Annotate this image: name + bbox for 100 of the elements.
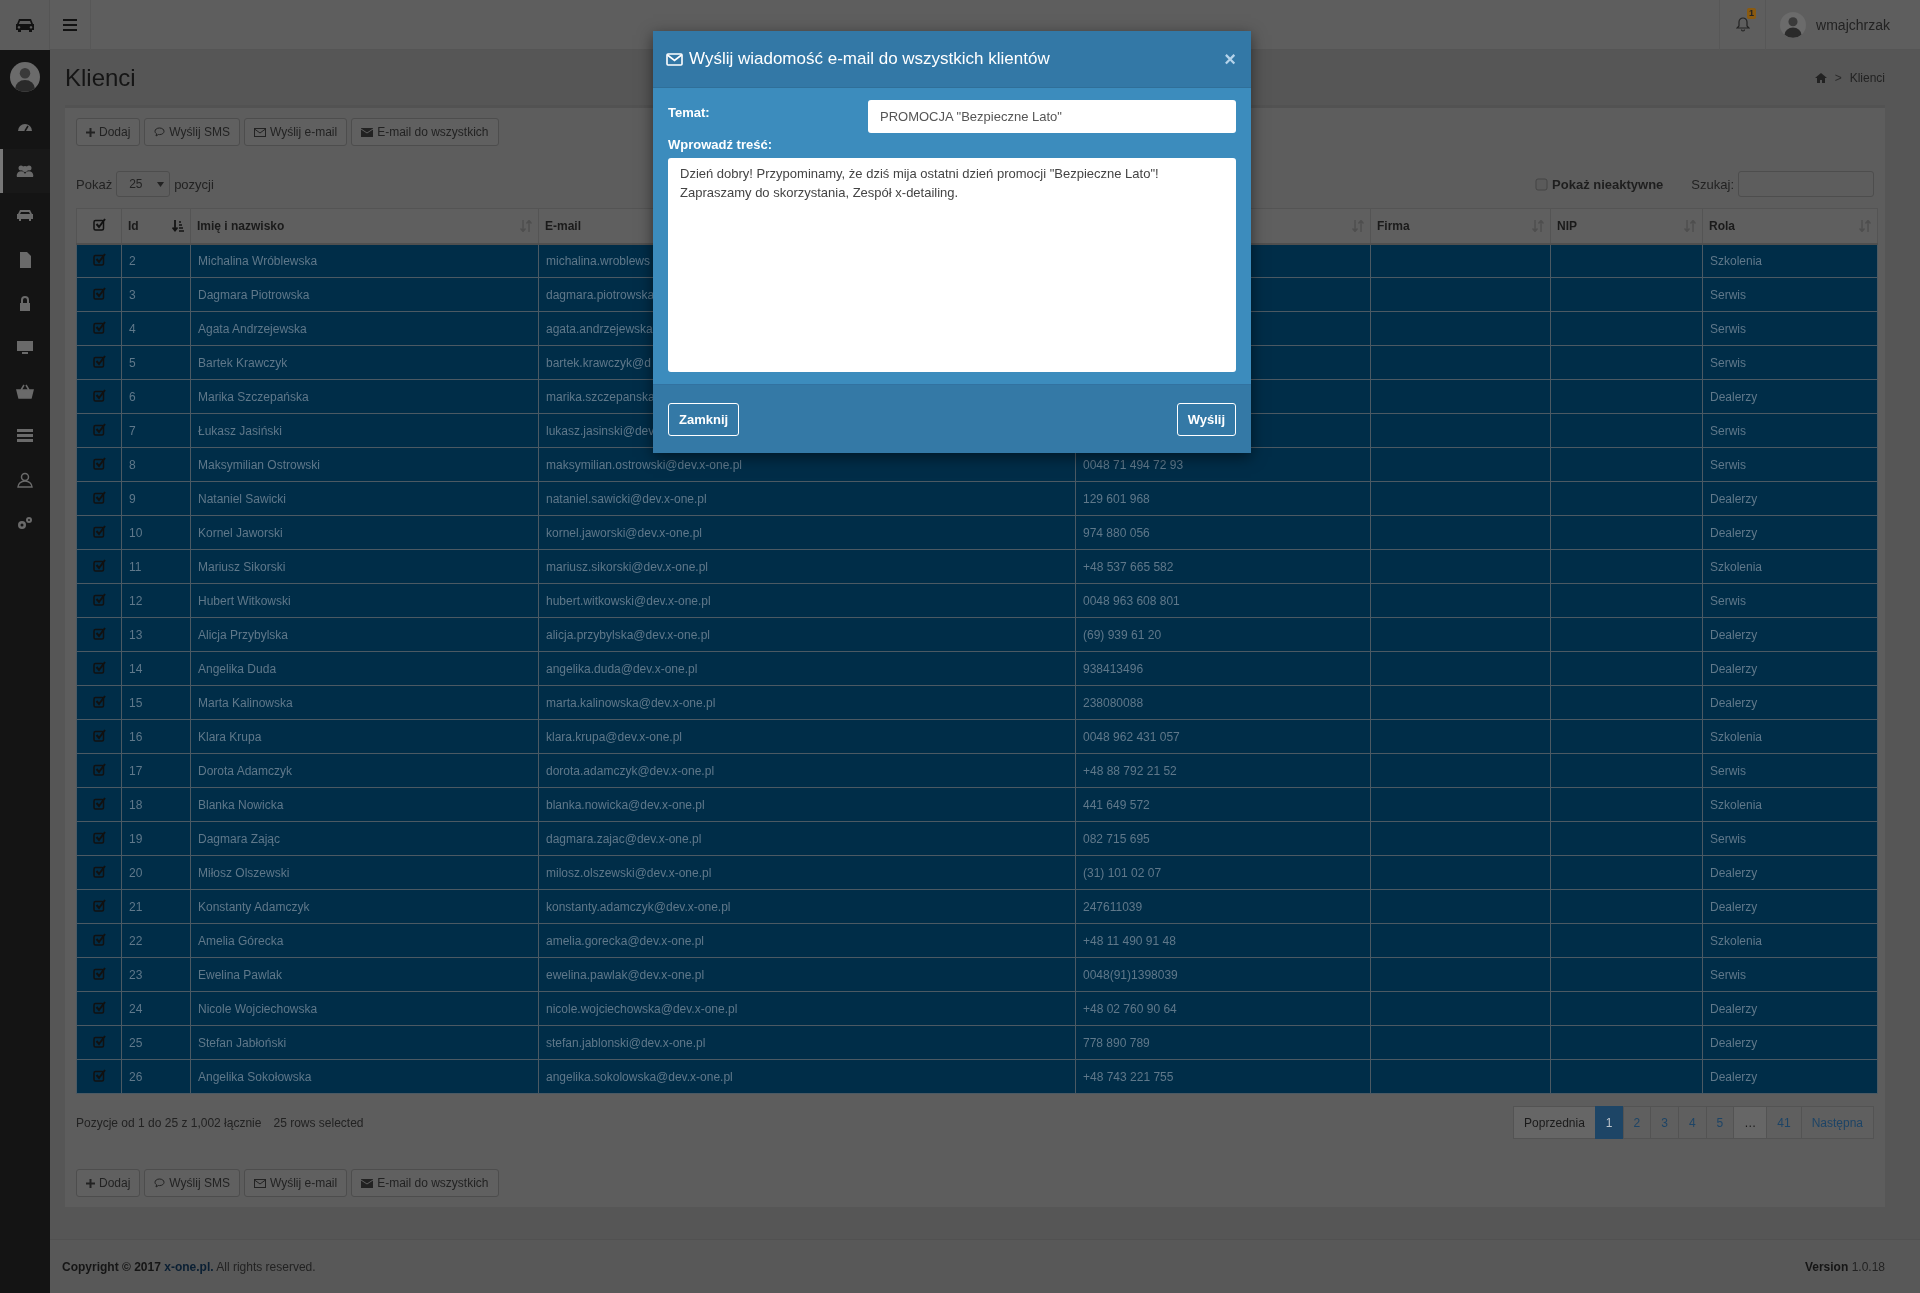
menu-icon[interactable] <box>63 18 77 31</box>
checked-checkbox-icon[interactable] <box>92 388 106 402</box>
checked-checkbox-icon[interactable] <box>92 320 106 334</box>
bell-icon[interactable] <box>1735 17 1750 32</box>
checked-checkbox-icon[interactable] <box>92 898 106 912</box>
page-size-select[interactable]: 25 <box>116 171 171 197</box>
server-icon <box>16 426 34 444</box>
checked-checkbox-icon[interactable] <box>92 354 106 368</box>
checked-checkbox-icon[interactable] <box>92 830 106 844</box>
table-row[interactable]: 19 Dagmara Zając dagmara.zajac@dev.x-one.pl 082 715 695 Serwis <box>76 821 1878 856</box>
table-info: Pozycje od 1 do 25 z 1,002 łącznie <box>76 1115 262 1130</box>
user-menu[interactable]: wmajchrzak <box>1766 11 1920 38</box>
length-label: pozycji <box>174 176 214 192</box>
checked-checkbox-icon[interactable] <box>92 422 106 436</box>
checked-checkbox-icon[interactable] <box>92 592 106 606</box>
table-cell: michalina.wroblews <box>546 253 651 268</box>
checked-checkbox-icon[interactable] <box>92 1068 106 1082</box>
column-header[interactable]: Firma <box>1377 218 1410 233</box>
checked-checkbox-icon[interactable] <box>92 796 106 810</box>
sms-button[interactable]: Wyślij SMS <box>144 1169 240 1197</box>
table-row[interactable]: 24 Nicole Wojciechowska nicole.wojciechowska@dev.x-one.pl +48 02 760 90 64 Dealerzy <box>76 991 1878 1026</box>
sidebar-item[interactable] <box>0 149 50 193</box>
column-header[interactable]: Imię i nazwisko <box>197 218 285 233</box>
email-button[interactable]: Wyślij e-mail <box>243 118 348 146</box>
table-row[interactable]: 22 Amelia Górecka amelia.gorecka@dev.x-one.pl +48 11 490 91 48 Szkolenia <box>76 923 1878 958</box>
sort-ascending-icon[interactable] <box>172 219 184 232</box>
checked-checkbox-icon[interactable] <box>92 1034 106 1048</box>
close-button[interactable]: Zamknij <box>668 402 740 436</box>
page-button[interactable]: Następna <box>1800 1106 1874 1139</box>
table-cell: 18 <box>129 797 143 812</box>
checked-checkbox-icon[interactable] <box>92 490 106 504</box>
table-cell: kornel.jaworski@dev.x-one.pl <box>546 525 703 540</box>
checked-checkbox-icon[interactable] <box>92 932 106 946</box>
page-button[interactable]: 3 <box>1650 1106 1679 1139</box>
table-row[interactable]: 12 Hubert Witkowski hubert.witkowski@dev.x-one.pl 0048 963 608 801 Serwis <box>76 583 1878 618</box>
checked-checkbox-icon[interactable] <box>92 728 106 742</box>
page-button[interactable]: 4 <box>1677 1106 1707 1139</box>
table-row[interactable]: 18 Blanka Nowicka blanka.nowicka@dev.x-one.pl 441 649 572 Szkolenia <box>76 787 1878 822</box>
add-button[interactable]: Dodaj <box>76 118 141 146</box>
email-button[interactable]: Wyślij e-mail <box>243 1169 348 1197</box>
checkbox-label[interactable]: Pokaż nieaktywne <box>1552 176 1664 192</box>
page-button[interactable]: 41 <box>1766 1106 1802 1139</box>
add-button[interactable]: Dodaj <box>76 1169 141 1197</box>
checked-checkbox-icon[interactable] <box>92 524 106 538</box>
table-row[interactable]: 26 Angelika Sokołowska angelika.sokolowska@dev.x-one.pl +48 743 221 755 Dealerzy <box>76 1059 1878 1094</box>
caret-icon <box>157 181 165 187</box>
column-header[interactable]: E-mail <box>545 218 581 233</box>
email-all-button[interactable]: E-mail do wszystkich <box>351 118 499 146</box>
table-row[interactable]: 23 Ewelina Pawlak ewelina.pawlak@dev.x-one.pl 0048(91)1398039 Serwis <box>76 957 1878 992</box>
checked-checkbox-icon[interactable] <box>92 217 106 231</box>
close-button[interactable]: × <box>1224 49 1236 69</box>
checked-checkbox-icon[interactable] <box>92 286 106 300</box>
dialog-title: Wyślij wiadomość e-mail do wszystkich klientów <box>689 49 1051 69</box>
envelope-icon <box>253 1178 266 1188</box>
email-all-button[interactable]: E-mail do wszystkich <box>351 1169 499 1197</box>
table-cell: stefan.jablonski@dev.x-one.pl <box>546 1035 706 1050</box>
table-cell: nataniel.sawicki@dev.x-one.pl <box>546 491 707 506</box>
table-cell: Szkolenia <box>1710 253 1763 268</box>
table-row[interactable]: 8 Maksymilian Ostrowski maksymilian.ostrowski@dev.x-one.pl 0048 71 494 72 93 Serwis <box>76 447 1878 482</box>
table-row[interactable]: 13 Alicja Przybylska alicja.przybylska@dev.x-one.pl (69) 939 61 20 Dealerzy <box>76 617 1878 652</box>
column-header[interactable]: NIP <box>1557 218 1577 233</box>
table-row[interactable]: 21 Konstanty Adamczyk konstanty.adamczyk@dev.x-one.pl 247611039 Dealerzy <box>76 889 1878 924</box>
table-cell: ewelina.pawlak@dev.x-one.pl <box>546 967 705 982</box>
envelope-icon <box>253 127 266 137</box>
table-cell: blanka.nowicka@dev.x-one.pl <box>546 797 705 812</box>
table-row[interactable]: 14 Angelika Duda angelika.duda@dev.x-one.pl 938413496 Dealerzy <box>76 651 1878 686</box>
checked-checkbox-icon[interactable] <box>92 558 106 572</box>
checked-checkbox-icon[interactable] <box>92 694 106 708</box>
message-field[interactable]: Dzień dobry! Przypominamy, że dziś mija ostatni dzień promocji "Bezpieczne Lato"! Zapraszamy do skorzystania, Zespół x-detailing. <box>668 158 1236 372</box>
table-row[interactable]: 25 Stefan Jabłoński stefan.jablonski@dev.x-one.pl 778 890 789 Dealerzy <box>76 1025 1878 1060</box>
column-header[interactable]: Rola <box>1709 218 1735 233</box>
table-row[interactable]: 10 Kornel Jaworski kornel.jaworski@dev.x-one.pl 974 880 056 Dealerzy <box>76 515 1878 550</box>
checked-checkbox-icon[interactable] <box>92 1000 106 1014</box>
table-cell: Marta Kalinowska <box>198 695 293 710</box>
checked-checkbox-icon[interactable] <box>92 456 106 470</box>
table-row[interactable]: 11 Mariusz Sikorski mariusz.sikorski@dev.x-one.pl +48 537 665 582 Szkolenia <box>76 549 1878 584</box>
checked-checkbox-icon[interactable] <box>92 966 106 980</box>
home-icon[interactable] <box>1814 72 1827 83</box>
table-row[interactable]: 16 Klara Krupa klara.krupa@dev.x-one.pl 0048 962 431 057 Szkolenia <box>76 719 1878 754</box>
table-row[interactable]: 9 Nataniel Sawicki nataniel.sawicki@dev.x-one.pl 129 601 968 Dealerzy <box>76 481 1878 516</box>
checked-checkbox-icon[interactable] <box>92 762 106 776</box>
table-cell: 26 <box>129 1069 143 1084</box>
table-cell: Angelika Duda <box>198 661 277 676</box>
table-row[interactable]: 15 Marta Kalinowska marta.kalinowska@dev.x-one.pl 238080088 Dealerzy <box>76 685 1878 720</box>
checked-checkbox-icon[interactable] <box>92 864 106 878</box>
company-link[interactable]: x-one.pl. <box>164 1259 214 1274</box>
checked-checkbox-icon[interactable] <box>92 626 106 640</box>
send-button[interactable]: Wyślij <box>1176 402 1236 436</box>
checked-checkbox-icon[interactable] <box>92 252 106 266</box>
table-row[interactable]: 20 Miłosz Olszewski milosz.olszewski@dev.x-one.pl (31) 101 02 07 Dealerzy <box>76 855 1878 890</box>
checked-checkbox-icon[interactable] <box>92 660 106 674</box>
subject-field[interactable]: PROMOCJA "Bezpieczne Lato" <box>868 100 1236 133</box>
breadcrumb-separator: > <box>1834 70 1842 85</box>
page-button[interactable]: 1 <box>1594 1106 1624 1139</box>
table-cell: Miłosz Olszewski <box>198 865 290 880</box>
table-cell: Angelika Sokołowska <box>198 1069 312 1084</box>
sms-button[interactable]: Wyślij SMS <box>144 118 240 146</box>
table-row[interactable]: 17 Dorota Adamczyk dorota.adamczyk@dev.x-one.pl +48 88 792 21 52 Serwis <box>76 753 1878 788</box>
table-cell: 16 <box>129 729 143 744</box>
column-header[interactable]: Id <box>128 218 139 233</box>
